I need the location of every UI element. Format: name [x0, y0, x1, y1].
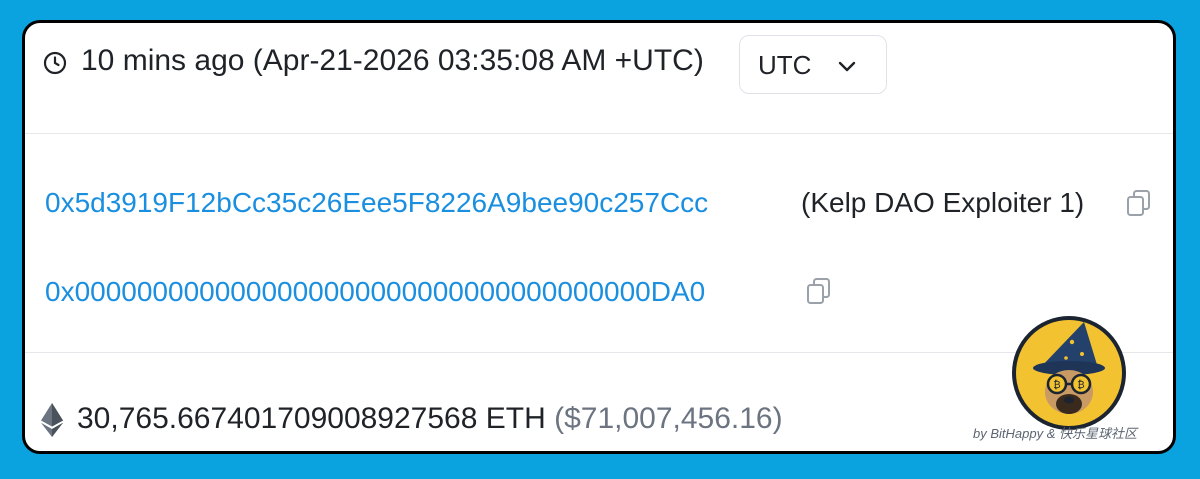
divider [25, 133, 1173, 134]
timestamp-row: 10 mins ago (Apr-21-2026 03:35:08 AM +UT… [25, 23, 1173, 133]
from-address-link[interactable]: 0x5d3919F12bCc35c26Eee5F8226A9bee90c257C… [45, 187, 708, 219]
wizard-dog-logo: ₿ ₿ [1012, 316, 1126, 430]
svg-text:₿: ₿ [1053, 379, 1060, 391]
usd-value: ($71,007,456.16) [554, 402, 783, 435]
copy-icon[interactable] [805, 276, 833, 306]
timezone-select[interactable]: UTC [739, 35, 887, 94]
clock-icon [43, 51, 67, 75]
divider [25, 352, 1173, 353]
ethereum-icon [41, 403, 63, 437]
svg-text:₿: ₿ [1077, 379, 1084, 391]
from-address-label: (Kelp DAO Exploiter 1) [801, 187, 1085, 218]
value-amount: 30,765.667401709008927568 ETH ($71,007,4… [77, 402, 783, 436]
timestamp-text: 10 mins ago (Apr-21-2026 03:35:08 AM +UT… [81, 44, 704, 77]
transaction-card: 10 mins ago (Apr-21-2026 03:35:08 AM +UT… [22, 20, 1176, 454]
watermark-credit: by BitHappy & 快乐星球社区 [973, 426, 1137, 441]
copy-icon[interactable] [1125, 188, 1153, 218]
chevron-down-icon [838, 61, 856, 72]
eth-amount: 30,765.667401709008927568 ETH [77, 402, 546, 435]
to-address-link[interactable]: 0x0000000000000000000000000000000000000D… [45, 276, 705, 308]
timezone-value: UTC [758, 50, 812, 80]
